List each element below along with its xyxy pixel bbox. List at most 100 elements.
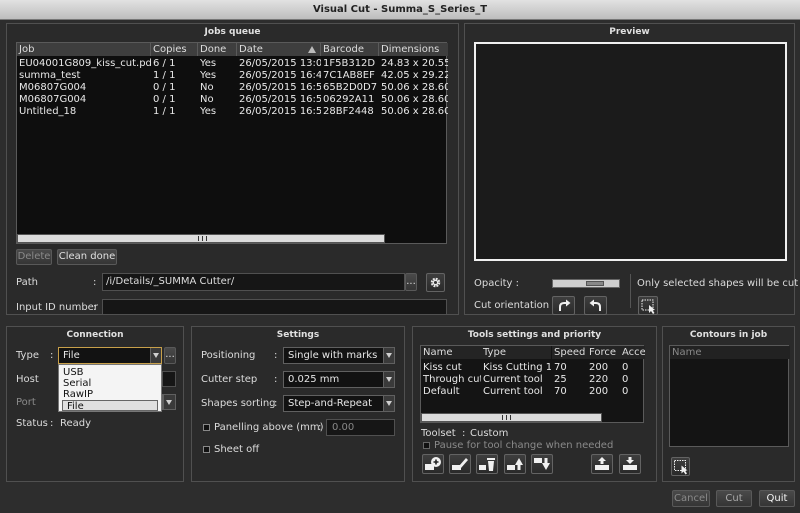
contours-col-name[interactable]: Name [670,346,790,359]
table-cell[interactable]: 50.06 x 28.60 in [379,82,448,94]
table-cell[interactable]: 26/05/2015 13:07 [237,58,321,70]
table-cell[interactable]: 26/05/2015 16:56 [237,106,321,118]
port-select[interactable] [162,394,176,410]
col-header-copies[interactable]: Copies [151,43,198,56]
shapes-sorting-select[interactable]: Step-and-Repeat [283,395,395,412]
list-item[interactable]: 0 [620,362,645,374]
table-row[interactable]: M06807G004 [17,82,151,94]
move-tool-down-button[interactable] [531,454,553,474]
type-option-serial[interactable]: Serial [59,378,161,389]
table-row[interactable]: EU04001G809_kiss_cut.pdf [17,58,151,70]
jobs-horizontal-scrollbar[interactable] [17,234,385,243]
list-item[interactable]: Kiss Cutting 1 [481,362,551,374]
delete-tool-button[interactable] [476,454,498,474]
list-item[interactable]: 0 [620,386,645,398]
tools-col-name[interactable]: Name [421,346,481,359]
rotate-clockwise-button[interactable] [552,296,575,315]
list-item[interactable]: Kiss cut [421,362,481,374]
clean-done-button[interactable]: Clean done [57,249,117,265]
contours-list[interactable]: Name [669,345,790,447]
host-input[interactable] [162,371,176,387]
table-cell[interactable]: 6 / 1 [151,58,198,70]
type-option-usb[interactable]: USB [59,367,161,378]
table-cell[interactable]: Yes [198,58,237,70]
table-cell[interactable]: No [198,94,237,106]
cancel-button[interactable]: Cancel [672,490,710,507]
tools-col-acce[interactable]: Acce [620,346,645,359]
col-header-date[interactable]: Date [237,43,321,56]
cut-button[interactable]: Cut [716,490,752,507]
table-cell[interactable]: 06292A11 [321,94,379,106]
input-id-field[interactable] [102,299,447,315]
opacity-slider[interactable] [552,279,620,288]
table-cell[interactable]: 24.83 x 20.55 in [379,58,448,70]
table-cell[interactable]: 1 / 1 [151,106,198,118]
jobs-table[interactable]: Job Copies Done Date Barcode Dimensions … [16,42,448,244]
list-item[interactable]: Current tool [481,374,551,386]
type-option-file[interactable]: File [62,400,158,412]
panelling-input[interactable]: 0.00 [326,419,395,436]
path-input[interactable]: /i/Details/_SUMMA Cutter/ [102,273,405,291]
list-item[interactable]: Current tool [481,386,551,398]
col-header-barcode[interactable]: Barcode [321,43,379,56]
table-row[interactable]: Untitled_18 [17,106,151,118]
quit-button[interactable]: Quit [759,490,795,507]
table-cell[interactable]: 28BF2448 [321,106,379,118]
list-item[interactable]: 200 [587,362,620,374]
list-item[interactable]: 70 [552,386,587,398]
settings-button[interactable] [426,273,445,292]
scrollbar-grip[interactable] [198,236,207,241]
list-item[interactable]: 25 [552,374,587,386]
positioning-select[interactable]: Single with marks [283,347,395,364]
select-contours-button[interactable] [671,457,690,476]
add-tool-button[interactable] [422,454,444,474]
list-item[interactable]: 220 [587,374,620,386]
table-cell[interactable]: 50.06 x 28.60 in [379,106,448,118]
save-toolset-button[interactable] [619,454,641,474]
col-header-dimensions[interactable]: Dimensions [379,43,448,56]
cutter-step-select[interactable]: 0.025 mm [283,371,395,388]
table-cell[interactable]: 42.05 x 29.22 in [379,70,448,82]
select-shapes-button[interactable] [638,296,658,315]
tools-horizontal-scrollbar[interactable] [421,413,602,422]
col-header-done[interactable]: Done [198,43,237,56]
table-row[interactable]: M06807G004 [17,94,151,106]
type-browse-button[interactable]: ... [164,347,176,364]
list-item[interactable]: 200 [587,386,620,398]
tools-col-type[interactable]: Type [481,346,551,359]
table-cell[interactable]: 7C1AB8EF [321,70,379,82]
table-cell[interactable]: Yes [198,106,237,118]
edit-tool-button[interactable] [449,454,471,474]
table-cell[interactable]: Yes [198,70,237,82]
table-cell[interactable]: No [198,82,237,94]
sheet-off-checkbox[interactable] [203,446,210,453]
preview-canvas[interactable] [474,42,787,261]
table-cell[interactable]: 1 / 1 [151,70,198,82]
table-cell[interactable]: 50.06 x 28.60 in [379,94,448,106]
tools-col-speed[interactable]: Speed [552,346,587,359]
table-cell[interactable]: 1F5B312D [321,58,379,70]
list-item[interactable]: 70 [552,362,587,374]
table-cell[interactable]: 65B2D0D7 [321,82,379,94]
table-cell[interactable]: 0 / 1 [151,82,198,94]
type-option-rawip[interactable]: RawIP [59,389,161,400]
table-cell[interactable]: 26/05/2015 16:42 [237,70,321,82]
tools-col-force[interactable]: Force [587,346,620,359]
table-row[interactable]: summa_test [17,70,151,82]
list-item[interactable]: Default [421,386,481,398]
move-tool-up-button[interactable] [504,454,526,474]
pause-tool-change-checkbox[interactable] [423,442,430,449]
delete-button[interactable]: Delete [16,249,52,265]
type-dropdown-list[interactable]: USB Serial RawIP File [58,364,162,412]
tools-table[interactable]: Name Type Speed Force Acce Kiss cut Kiss… [420,345,645,423]
type-select[interactable]: File [58,347,162,364]
table-cell[interactable]: 26/05/2015 16:53 [237,94,321,106]
load-toolset-button[interactable] [591,454,613,474]
path-browse-button[interactable]: ... [405,273,417,291]
opacity-slider-handle[interactable] [586,281,604,286]
list-item[interactable]: 0 [620,374,645,386]
list-item[interactable]: Through cut [421,374,481,386]
rotate-counterclockwise-button[interactable] [584,296,607,315]
table-cell[interactable]: 26/05/2015 16:50 [237,82,321,94]
table-cell[interactable]: 0 / 1 [151,94,198,106]
